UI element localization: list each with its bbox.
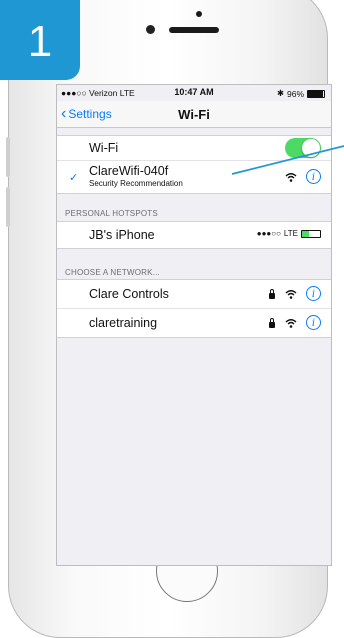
callout-pointer-line [231, 145, 344, 175]
step-number: 1 [27, 17, 53, 66]
step-badge: 1 [0, 0, 80, 80]
